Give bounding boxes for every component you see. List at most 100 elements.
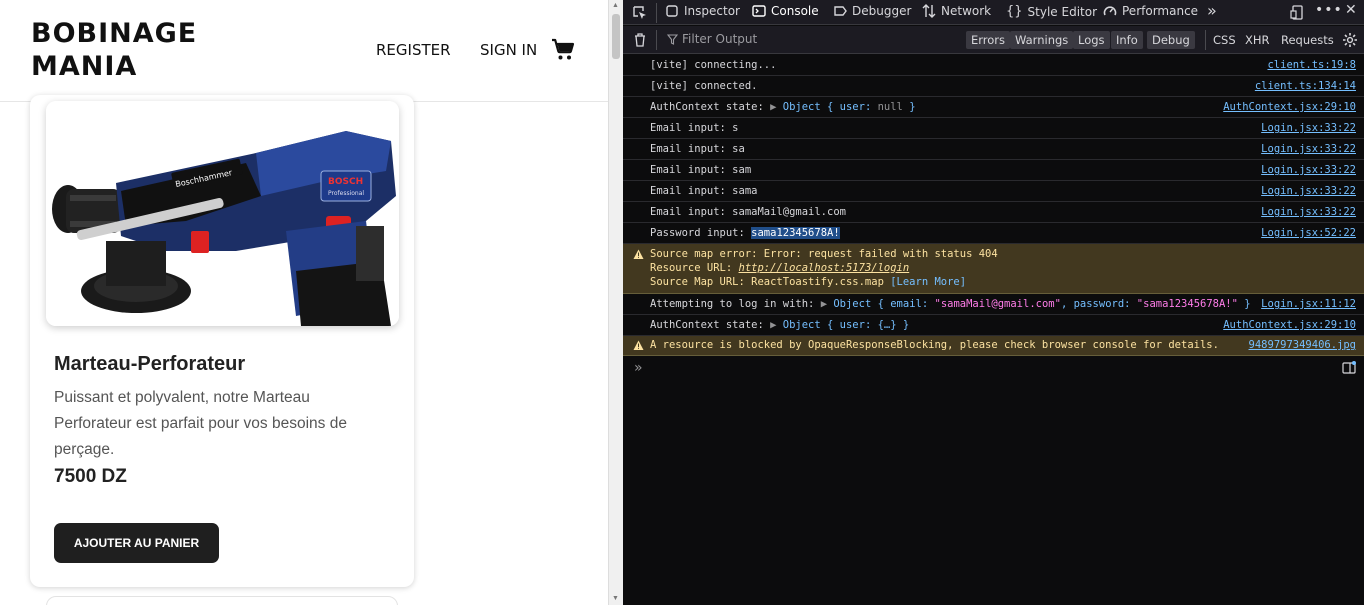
warning-label: Resource URL: (650, 262, 739, 274)
filter-logs-toggle[interactable]: Logs (1073, 31, 1110, 49)
product-image: Boschhammer BOSCH Professional (46, 101, 399, 326)
site-logo[interactable]: BOBINAGE MANIA (31, 17, 197, 83)
expand-triangle-icon[interactable]: ▶ (770, 101, 783, 113)
hammer-drill-illustration: Boschhammer BOSCH Professional (46, 101, 399, 326)
log-object[interactable]: Object { user: {…} } (783, 319, 909, 331)
dock-side-icon[interactable] (1290, 5, 1305, 20)
warning-message: A resource is blocked by OpaqueResponseB… (650, 339, 1219, 351)
learn-more-link[interactable]: [Learn More] (890, 276, 966, 288)
filter-debug-toggle[interactable]: Debug (1147, 31, 1195, 49)
product-title: Marteau-Perforateur (54, 353, 246, 375)
log-row: Password input: sama12345678A! Login.jsx… (623, 223, 1364, 244)
gear-icon[interactable] (1342, 32, 1358, 48)
log-source-link[interactable]: Login.jsx:33:22 (1261, 206, 1356, 218)
logo-line-2: MANIA (31, 51, 138, 82)
more-tabs-chevron-icon[interactable]: » (1207, 1, 1217, 20)
product-price: 7500 DZ (54, 466, 127, 487)
log-source-link[interactable]: Login.jsx:33:22 (1261, 185, 1356, 197)
selected-text[interactable]: sama12345678A! (751, 227, 840, 239)
site-header: BOBINAGE MANIA REGISTER SIGN IN (0, 0, 608, 102)
filter-xhr-toggle[interactable]: XHR (1245, 33, 1270, 47)
register-link[interactable]: REGISTER (376, 41, 451, 59)
log-object-end: } (1237, 298, 1251, 310)
tab-inspector[interactable]: Inspector (665, 4, 740, 18)
expand-triangle-icon[interactable]: ▶ (821, 298, 834, 310)
tab-performance[interactable]: Performance (1103, 4, 1198, 18)
sign-in-link[interactable]: SIGN IN (480, 41, 537, 59)
log-source-link[interactable]: Login.jsx:11:12 (1261, 298, 1356, 310)
scroll-down-arrow-icon[interactable]: ▼ (612, 595, 619, 602)
warning-icon (633, 340, 644, 350)
log-object[interactable]: Object { user: (783, 101, 878, 113)
element-picker-icon[interactable] (632, 5, 648, 21)
image-brand-sub: Professional (328, 190, 364, 197)
log-message: Password input: sama12345678A! (650, 227, 840, 239)
log-message: AuthContext state: ▶ Object { user: null… (650, 101, 916, 113)
log-source-link[interactable]: Login.jsx:33:22 (1261, 164, 1356, 176)
blocked-warning-row: A resource is blocked by OpaqueResponseB… (623, 336, 1364, 356)
log-row: Attempting to log in with: ▶ Object { em… (623, 294, 1364, 315)
filter-requests-toggle[interactable]: Requests (1281, 33, 1334, 47)
options-menu-icon[interactable]: ••• (1315, 2, 1343, 18)
expand-triangle-icon[interactable]: ▶ (770, 319, 783, 331)
console-prompt-chevron-icon[interactable]: » (634, 360, 643, 376)
log-source-link[interactable]: 9489797349406.jpg (1249, 339, 1356, 351)
page-scrollbar[interactable]: ▲ ▼ (608, 0, 623, 605)
log-message: Email input: sama (650, 185, 758, 197)
log-row: Email input: s Login.jsx:33:22 (623, 118, 1364, 139)
log-object[interactable]: Object { email: (833, 298, 934, 310)
log-message: AuthContext state: ▶ Object { user: {…} … (650, 319, 909, 331)
tab-style-editor[interactable]: {} Style Editor (1006, 4, 1097, 19)
log-row: Email input: sama Login.jsx:33:22 (623, 181, 1364, 202)
log-prefix: AuthContext state: (650, 319, 771, 331)
tab-network[interactable]: Network (922, 4, 991, 18)
logo-line-1: BOBINAGE (31, 18, 198, 49)
log-row: AuthContext state: ▶ Object { user: {…} … (623, 315, 1364, 336)
log-null: null (877, 101, 903, 113)
log-source-link[interactable]: Login.jsx:33:22 (1261, 122, 1356, 134)
close-devtools-icon[interactable]: ✕ (1345, 2, 1357, 18)
log-prefix: AuthContext state: (650, 101, 771, 113)
website-viewport: BOBINAGE MANIA REGISTER SIGN IN Boschham… (0, 0, 608, 605)
braces-icon: {} (1006, 4, 1023, 19)
filter-css-toggle[interactable]: CSS (1213, 33, 1236, 47)
filter-output-input[interactable]: Filter Output (667, 32, 757, 46)
trash-icon[interactable] (632, 32, 648, 48)
log-source-link[interactable]: client.ts:134:14 (1255, 80, 1356, 92)
log-message: Email input: sa (650, 143, 745, 155)
log-row: [vite] connected. client.ts:134:14 (623, 76, 1364, 97)
log-message: Email input: samaMail@gmail.com (650, 206, 846, 218)
warning-icon (633, 249, 644, 259)
shopping-cart-icon[interactable] (551, 38, 575, 62)
screen: BOBINAGE MANIA REGISTER SIGN IN Boschham… (0, 0, 1364, 605)
log-email-value: "samaMail@gmail.com" (934, 298, 1061, 310)
filter-warnings-toggle[interactable]: Warnings (1010, 31, 1074, 49)
tab-debugger[interactable]: Debugger (833, 4, 911, 18)
tab-label: Performance (1122, 4, 1199, 18)
tab-label: Console (771, 4, 819, 18)
log-source-link[interactable]: AuthContext.jsx:29:10 (1223, 101, 1356, 113)
log-message: Attempting to log in with: ▶ Object { em… (650, 298, 1251, 310)
console-toolbar: Filter Output Errors Warnings Logs Info … (623, 26, 1364, 54)
log-source-link[interactable]: AuthContext.jsx:29:10 (1223, 319, 1356, 331)
source-map-warning-row: Source map error: Error: request failed … (623, 244, 1364, 294)
image-brand-badge: BOSCH (328, 177, 363, 187)
product-description: Puissant et polyvalent, notre Marteau Pe… (54, 389, 347, 458)
log-row: Email input: sa Login.jsx:33:22 (623, 139, 1364, 160)
filter-errors-toggle[interactable]: Errors (966, 31, 1011, 49)
add-to-cart-button[interactable]: AJOUTER AU PANIER (54, 523, 219, 563)
log-source-link[interactable]: client.ts:19:8 (1267, 59, 1356, 71)
log-row: Email input: sam Login.jsx:33:22 (623, 160, 1364, 181)
scroll-up-arrow-icon[interactable]: ▲ (612, 2, 619, 9)
tab-console[interactable]: Console (752, 4, 819, 18)
scroll-thumb[interactable] (612, 14, 620, 59)
log-row: Email input: samaMail@gmail.com Login.js… (623, 202, 1364, 223)
log-source-link[interactable]: Login.jsx:52:22 (1261, 227, 1356, 239)
log-source-link[interactable]: Login.jsx:33:22 (1261, 143, 1356, 155)
warning-line-2: Resource URL: http://localhost:5173/logi… (650, 262, 909, 274)
split-console-icon[interactable] (1342, 361, 1356, 375)
log-object-end: } (902, 101, 916, 113)
resource-url-link[interactable]: http://localhost:5173/login (739, 262, 910, 274)
log-message: [vite] connecting... (650, 59, 777, 71)
filter-info-toggle[interactable]: Info (1111, 31, 1143, 49)
